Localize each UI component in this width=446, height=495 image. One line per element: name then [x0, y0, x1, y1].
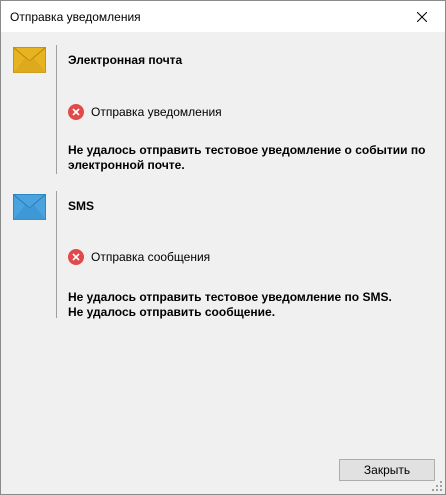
- status-label: Отправка уведомления: [91, 105, 222, 119]
- status-row: Отправка сообщения: [68, 248, 210, 266]
- status-row: Отправка уведомления: [68, 103, 222, 121]
- status-label: Отправка сообщения: [91, 250, 211, 264]
- envelope-yellow-icon: [13, 47, 46, 73]
- section-title-sms: SMS: [68, 199, 95, 213]
- section-divider: [56, 191, 57, 318]
- envelope-blue-icon: [13, 194, 46, 220]
- close-icon: [417, 11, 427, 22]
- error-message: Не удалось отправить тестовое уведомлени…: [68, 290, 438, 320]
- window-close-button[interactable]: [399, 1, 445, 32]
- close-button[interactable]: Закрыть: [339, 459, 435, 481]
- resize-grip-icon[interactable]: [431, 480, 443, 492]
- error-icon: [68, 104, 84, 120]
- message-line: Не удалось отправить тестовое уведомлени…: [68, 143, 426, 157]
- section-divider: [56, 45, 57, 174]
- title-bar[interactable]: Отправка уведомления: [1, 1, 445, 32]
- message-line: электронной почте.: [68, 158, 185, 172]
- message-line: Не удалось отправить сообщение.: [68, 305, 276, 319]
- section-title-email: Электронная почта: [68, 53, 183, 67]
- error-icon: [68, 249, 84, 265]
- window-title: Отправка уведомления: [10, 10, 141, 24]
- message-line: Не удалось отправить тестовое уведомлени…: [68, 290, 392, 304]
- error-message: Не удалось отправить тестовое уведомлени…: [68, 143, 438, 173]
- dialog-window: Отправка уведомления Электронная почта О…: [0, 0, 446, 495]
